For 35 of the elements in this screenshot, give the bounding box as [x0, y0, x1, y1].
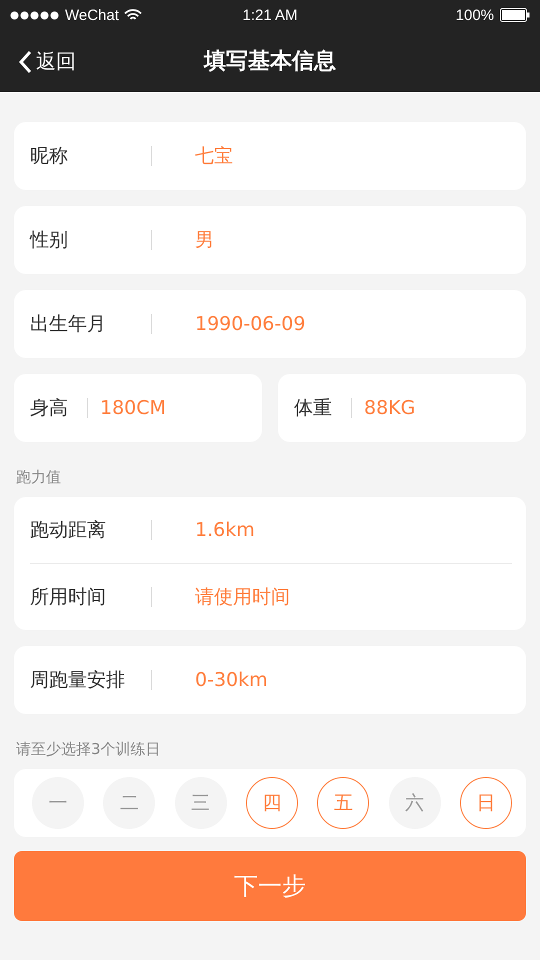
field-label: 所用时间: [30, 585, 107, 610]
carrier-name: WeChat: [65, 6, 119, 24]
signal-icon: [10, 10, 60, 20]
weekday-button[interactable]: 日: [460, 777, 512, 829]
weekday-button[interactable]: 五: [317, 777, 370, 829]
status-time: 1:21 AM: [242, 6, 298, 24]
weekday-button[interactable]: 三: [174, 777, 227, 829]
field-label: 身高: [30, 396, 69, 421]
page-title: 填写基本信息: [204, 48, 336, 76]
field-value[interactable]: 0-30km: [195, 669, 268, 691]
field-value[interactable]: 七宝: [195, 143, 233, 169]
field-label: 性别: [30, 228, 69, 253]
field-value[interactable]: 男: [195, 227, 214, 253]
next-button[interactable]: 下一步: [14, 851, 526, 921]
field-label: 体重: [294, 396, 333, 421]
field-label: 周跑量安排: [30, 668, 126, 693]
weekday-button[interactable]: 一: [32, 777, 84, 829]
field-label: 出生年月: [30, 312, 107, 337]
field-value[interactable]: 1990-06-09: [195, 313, 306, 335]
field-value[interactable]: 88KG: [364, 397, 416, 419]
back-button[interactable]: 返回: [14, 44, 80, 79]
field-label: 昵称: [30, 144, 69, 169]
field-value[interactable]: 请使用时间: [195, 584, 290, 610]
field-value[interactable]: 180CM: [100, 397, 166, 419]
weekday-button[interactable]: 二: [103, 777, 156, 829]
weekday-button[interactable]: 四: [246, 777, 298, 829]
section-heading: 请至少选择3个训练日: [16, 740, 162, 759]
field-label: 跑动距离: [30, 518, 107, 543]
weekday-button[interactable]: 六: [388, 777, 441, 829]
battery-icon: [500, 8, 530, 22]
chevron-left-icon: [18, 50, 32, 74]
section-heading: 跑力值: [16, 468, 62, 487]
wifi-icon: [124, 8, 142, 22]
field-value[interactable]: 1.6km: [195, 519, 255, 541]
battery-percent: 100%: [456, 6, 494, 24]
